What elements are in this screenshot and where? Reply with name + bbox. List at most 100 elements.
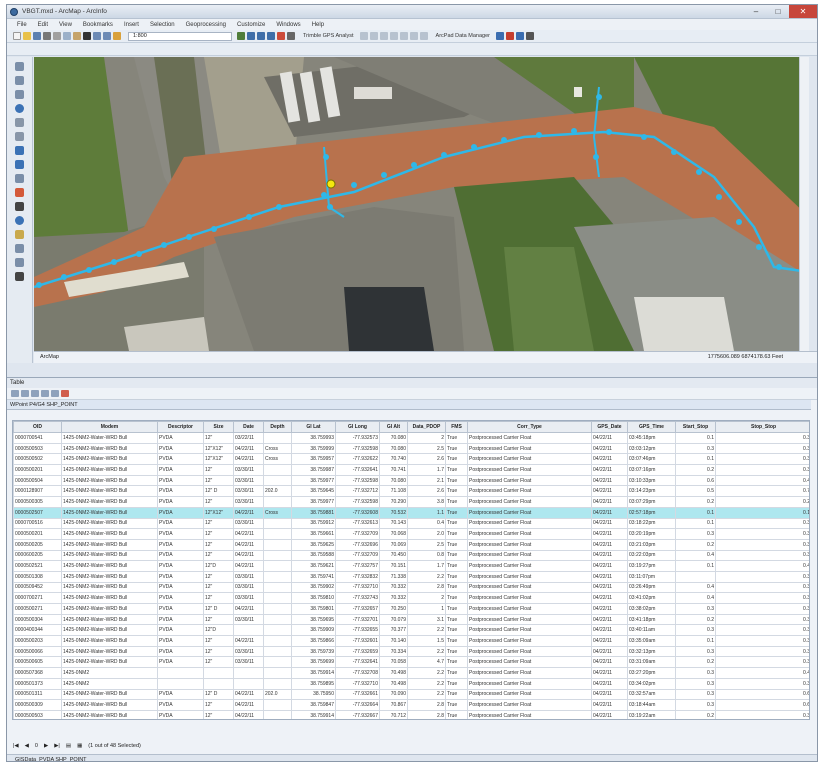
table-cell[interactable]: 0000500201 xyxy=(13,464,62,476)
table-cell[interactable] xyxy=(263,645,292,658)
table-cell[interactable]: 0.3 xyxy=(715,581,809,594)
table-cell[interactable]: 04/22/11 xyxy=(591,635,628,647)
table-cell[interactable]: Postprocessed Carrier Float xyxy=(467,538,592,551)
table-row[interactable]: 0000500201 1425-0NM2-Water-WRD Bull PVDA 12… xyxy=(13,464,809,476)
table-cell[interactable]: Postprocessed Carrier Float xyxy=(467,624,592,637)
table-cell[interactable]: 03:27:20pm xyxy=(627,667,676,679)
table-cell[interactable]: PVDA xyxy=(157,464,204,476)
table-cell[interactable]: 2.8 xyxy=(407,699,446,711)
fixed-zoom-in-icon[interactable] xyxy=(15,118,24,127)
table-cell[interactable]: 0000502507 xyxy=(13,506,62,519)
table-cell[interactable]: 0.4 xyxy=(675,549,716,562)
table-cell[interactable]: 38.759621 xyxy=(291,560,336,572)
table-cell[interactable]: 04/22/11 xyxy=(233,635,264,647)
table-cell[interactable]: 0.1 xyxy=(675,506,716,519)
table-cell[interactable]: -77.932710 xyxy=(335,581,380,594)
table-cell[interactable]: 2.5 xyxy=(407,538,446,551)
table-cell[interactable]: 03/30/11 xyxy=(233,496,264,508)
table-cell[interactable]: 0.5 xyxy=(675,485,716,498)
table-cell[interactable]: PVDA xyxy=(157,538,204,551)
table-cell[interactable]: True xyxy=(445,613,468,626)
table-cell[interactable]: 0.3 xyxy=(715,635,809,647)
table-row[interactable]: 0000500305 1425-0NM2-Water-WRD Bull PVDA 12… xyxy=(13,496,809,508)
table-cell[interactable] xyxy=(263,570,292,583)
table-cell[interactable]: PVDA xyxy=(157,603,204,615)
full-extent-icon[interactable] xyxy=(15,104,24,113)
table-cell[interactable]: 0.3 xyxy=(715,656,809,669)
measure-icon[interactable] xyxy=(15,244,24,253)
table-row[interactable]: 0000500271 1425-0NM2-Water-WRD Bull PVDA 12… xyxy=(13,603,809,615)
table-cell[interactable]: 2.2 xyxy=(407,570,446,583)
table-cell[interactable]: 1425-0NM2-Water-WRD Bull xyxy=(61,506,158,519)
menu-help[interactable]: Help xyxy=(312,22,324,28)
table-cell[interactable]: 12"X12" xyxy=(203,442,234,455)
table-cell[interactable]: 04/22/11 xyxy=(233,688,264,701)
table-cell[interactable]: 0000507368 xyxy=(13,667,62,679)
table-row[interactable]: 0000500304 1425-0NM2-Water-WRD Bull PVDA 12… xyxy=(13,613,809,626)
table-cell[interactable] xyxy=(263,635,292,647)
table-cell[interactable] xyxy=(263,603,292,615)
table-cell[interactable]: 1425-0NM2-Water-WRD Bull xyxy=(61,699,158,711)
table-cell[interactable]: 70.450 xyxy=(379,549,408,562)
table-cell[interactable]: 1425-0NM2-Water-WRD Bull xyxy=(61,570,158,583)
table-cell[interactable]: 12" D xyxy=(203,485,234,498)
table-cell[interactable]: 1425-0NM2-Water-WRD Bull xyxy=(61,560,158,572)
menu-customize[interactable]: Customize xyxy=(237,22,265,28)
table-cell[interactable]: 03:41:02pm xyxy=(627,592,676,604)
open-folder-icon[interactable] xyxy=(23,32,31,40)
table-cell[interactable]: -77.932573 xyxy=(335,432,380,444)
table-cell[interactable]: 0.1 xyxy=(675,453,716,466)
table-cell[interactable]: 1425-0NM2-Water-WRD Bull xyxy=(61,603,158,615)
table-cell[interactable]: True xyxy=(445,560,468,572)
column-header[interactable]: Stop_Stop xyxy=(715,421,809,433)
table-cell[interactable]: 70.740 xyxy=(379,453,408,466)
table-cell[interactable]: 2.2 xyxy=(407,667,446,679)
table-cell[interactable]: 38.759847 xyxy=(291,699,336,711)
table-cell[interactable]: 1425-0NM2 xyxy=(61,667,158,679)
table-cell[interactable]: 0000502521 xyxy=(13,560,62,572)
table-cell[interactable]: 04/22/11 xyxy=(233,699,264,711)
table-cell[interactable]: 04/22/11 xyxy=(233,528,264,540)
table-cell[interactable]: 0000500305 xyxy=(13,496,62,508)
arcpad-tool-icon[interactable] xyxy=(505,32,514,40)
table-cell[interactable]: 03:45:18pm xyxy=(627,432,676,444)
table-cell[interactable]: Cross xyxy=(263,506,292,519)
table-cell[interactable]: 03/30/11 xyxy=(233,656,264,669)
table-cell[interactable]: 1425-0NM2-Water-WRD Bull xyxy=(61,624,158,637)
table-cell[interactable]: 1425-0NM2-Water-WRD Bull xyxy=(61,645,158,658)
table-cell[interactable]: Postprocessed Carrier Float xyxy=(467,645,592,658)
table-cell[interactable]: 1 xyxy=(407,603,446,615)
map-view[interactable] xyxy=(34,57,809,351)
table-cell[interactable]: 0000500205 xyxy=(13,538,62,551)
table-cell[interactable]: True xyxy=(445,442,468,455)
clear-selection-icon[interactable] xyxy=(51,390,59,397)
table-cell[interactable]: 70.069 xyxy=(379,538,408,551)
table-cell[interactable] xyxy=(263,613,292,626)
table-cell[interactable]: 12" xyxy=(203,528,234,540)
table-cell[interactable]: 1425-0NM2-Water-WRD Bull xyxy=(61,464,158,476)
fixed-zoom-out-icon[interactable] xyxy=(15,132,24,141)
table-cell[interactable]: 38.759914 xyxy=(291,667,336,679)
table-cell[interactable]: PVDA xyxy=(157,485,204,498)
table-cell[interactable]: 0000700516 xyxy=(13,517,62,530)
table-cell[interactable]: 03/30/11 xyxy=(233,485,264,498)
table-cell[interactable] xyxy=(263,432,292,444)
menu-file[interactable]: File xyxy=(17,22,27,28)
table-cell[interactable]: 1425-0NM2-Water-WRD Bull xyxy=(61,613,158,626)
table-cell[interactable]: 38.759977 xyxy=(291,496,336,508)
table-cell[interactable] xyxy=(203,677,234,690)
table-cell[interactable]: 0.2 xyxy=(675,656,716,669)
table-row[interactable]: 0000500203 1425-0NM2-Water-WRD Bull PVDA 12… xyxy=(13,635,809,647)
table-cell[interactable]: 04/22/11 xyxy=(591,496,628,508)
table-cell[interactable] xyxy=(263,560,292,572)
table-cell[interactable]: 03:32:57am xyxy=(627,688,676,701)
table-cell[interactable]: 0.3 xyxy=(675,528,716,540)
print-icon[interactable] xyxy=(43,32,51,40)
table-cell[interactable]: -77.932709 xyxy=(335,549,380,562)
table-cell[interactable]: 03/30/11 xyxy=(233,474,264,487)
table-cell[interactable]: True xyxy=(445,709,468,719)
table-cell[interactable]: 04/22/11 xyxy=(591,432,628,444)
table-cell[interactable]: 38.759801 xyxy=(291,603,336,615)
table-cell[interactable]: True xyxy=(445,506,468,519)
column-header[interactable]: Depth xyxy=(263,421,292,433)
